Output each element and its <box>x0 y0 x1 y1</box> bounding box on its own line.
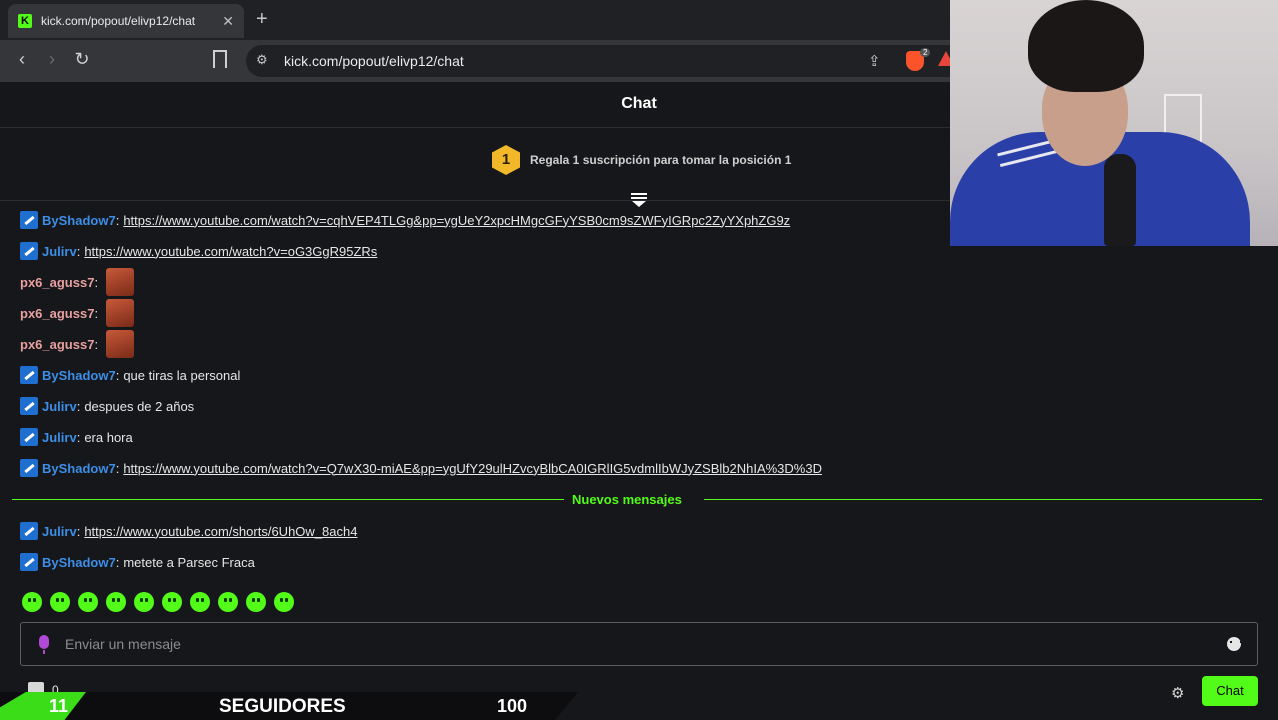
chat-message: px6_aguss7: <box>20 268 135 296</box>
new-messages-label: Nuevos mensajes <box>572 492 682 507</box>
quick-emote-icon[interactable] <box>50 592 70 612</box>
quick-emote-icon[interactable] <box>106 592 126 612</box>
rank-badge: 1 <box>492 145 520 175</box>
tab-close-icon[interactable]: ✕ <box>222 13 234 30</box>
collapse-icon[interactable] <box>631 193 647 207</box>
subscriber-badge-icon <box>20 522 38 540</box>
username-separator: : <box>94 274 99 290</box>
followers-current: 11 <box>49 696 69 716</box>
chat-message-link[interactable]: https://www.youtube.com/watch?v=oG3GgR95… <box>84 244 377 259</box>
chat-message: ByShadow7: que tiras la personal <box>20 364 240 386</box>
username-separator: : <box>115 554 120 570</box>
chat-username[interactable]: px6_aguss7 <box>20 306 94 321</box>
reload-icon[interactable]: ↻ <box>70 49 94 70</box>
subscriber-badge-icon <box>20 553 38 571</box>
chat-message: ByShadow7: https://www.youtube.com/watch?… <box>20 457 822 479</box>
chat-username[interactable]: px6_aguss7 <box>20 275 94 290</box>
chat-username[interactable]: ByShadow7 <box>42 213 116 228</box>
username-separator: : <box>94 336 99 352</box>
username-separator: : <box>94 305 99 321</box>
chat-username[interactable]: Julirv <box>42 430 77 445</box>
chat-message-link[interactable]: https://www.youtube.com/watch?v=Q7wX30-m… <box>123 461 822 476</box>
chat-message-text: era hora <box>84 429 133 445</box>
followers-label: SEGUIDORES <box>219 696 346 717</box>
username-separator: : <box>115 460 120 476</box>
subscriber-badge-icon <box>20 242 38 260</box>
kick-favicon-icon: K <box>18 14 32 28</box>
quick-emote-bar <box>22 592 302 614</box>
chat-username[interactable]: px6_aguss7 <box>20 337 94 352</box>
username-separator: : <box>115 367 120 383</box>
chat-message-link[interactable]: https://www.youtube.com/watch?v=cqhVEP4T… <box>123 213 790 228</box>
chat-message: ByShadow7: https://www.youtube.com/watch?… <box>20 209 790 231</box>
followers-goal: 100 <box>497 696 528 716</box>
chat-username[interactable]: Julirv <box>42 524 77 539</box>
tab-title: kick.com/popout/elivp12/chat <box>41 14 196 28</box>
subscriber-badge-icon <box>20 428 38 446</box>
quick-emote-icon[interactable] <box>190 592 210 612</box>
quick-emote-icon[interactable] <box>218 592 238 612</box>
subscriber-badge-icon <box>20 397 38 415</box>
url-text[interactable]: kick.com/popout/elivp12/chat <box>284 53 464 69</box>
username-separator: : <box>76 429 81 445</box>
microphone-icon[interactable] <box>39 635 49 654</box>
chat-message-link[interactable]: https://www.youtube.com/shorts/6UhOw_8ac… <box>84 524 357 539</box>
chat-message: Julirv: https://www.youtube.com/watch?v=o… <box>20 240 377 262</box>
quick-emote-icon[interactable] <box>246 592 266 612</box>
chat-message: ByShadow7: metete a Parsec Fraca <box>20 551 255 573</box>
chat-message: px6_aguss7: <box>20 330 135 358</box>
new-messages-divider: Nuevos mensajes <box>12 492 1262 508</box>
extension-badge: 2 <box>920 48 931 57</box>
quick-emote-icon[interactable] <box>162 592 182 612</box>
share-icon[interactable]: ⇪ <box>868 52 881 70</box>
browser-tab[interactable]: K kick.com/popout/elivp12/chat ✕ <box>8 4 244 38</box>
chat-username[interactable]: Julirv <box>42 399 77 414</box>
emoji-picker-icon[interactable] <box>1227 637 1242 651</box>
message-input[interactable] <box>65 623 1215 665</box>
chat-message: Julirv: era hora <box>20 426 133 448</box>
streamer-hair <box>1028 0 1144 92</box>
username-separator: : <box>76 243 81 259</box>
quick-emote-icon[interactable] <box>134 592 154 612</box>
subscriber-badge-icon <box>20 459 38 477</box>
chat-message: Julirv: https://www.youtube.com/shorts/6U… <box>20 520 357 542</box>
chat-message-text: que tiras la personal <box>123 367 241 383</box>
subscriber-badge-icon <box>20 366 38 384</box>
chat-message-text: metete a Parsec Fraca <box>123 554 255 570</box>
back-arrow-icon[interactable]: ‹ <box>10 49 34 70</box>
gift-prompt-text: Regala 1 suscripción para tomar la posic… <box>530 153 792 167</box>
chat-username[interactable]: ByShadow7 <box>42 461 116 476</box>
chat-message-text: despues de 2 años <box>84 398 195 414</box>
chat-message: Julirv: despues de 2 años <box>20 395 194 417</box>
message-input-box <box>20 622 1258 666</box>
quick-emote-icon[interactable] <box>78 592 98 612</box>
username-separator: : <box>76 523 81 539</box>
subscriber-badge-icon <box>20 211 38 229</box>
quick-emote-icon[interactable] <box>22 592 42 612</box>
send-chat-button[interactable]: Chat <box>1202 676 1258 706</box>
webcam-overlay <box>950 0 1278 246</box>
username-separator: : <box>76 398 81 414</box>
chat-emote-icon <box>106 330 135 358</box>
chat-message: px6_aguss7: <box>20 299 135 327</box>
quick-emote-icon[interactable] <box>274 592 294 612</box>
chat-settings-gear-icon[interactable]: ⚙ <box>1171 684 1184 702</box>
streamer-microphone <box>1104 154 1136 246</box>
chat-username[interactable]: Julirv <box>42 244 77 259</box>
bookmark-icon[interactable] <box>213 50 227 68</box>
chat-username[interactable]: ByShadow7 <box>42 368 116 383</box>
new-tab-plus-icon[interactable]: + <box>256 8 268 31</box>
chat-username[interactable]: ByShadow7 <box>42 555 116 570</box>
chat-emote-icon <box>106 268 135 296</box>
username-separator: : <box>115 212 120 228</box>
forward-arrow-icon[interactable]: › <box>40 49 64 70</box>
site-settings-icon[interactable]: ⚙ <box>256 52 268 68</box>
chat-emote-icon <box>106 299 135 327</box>
